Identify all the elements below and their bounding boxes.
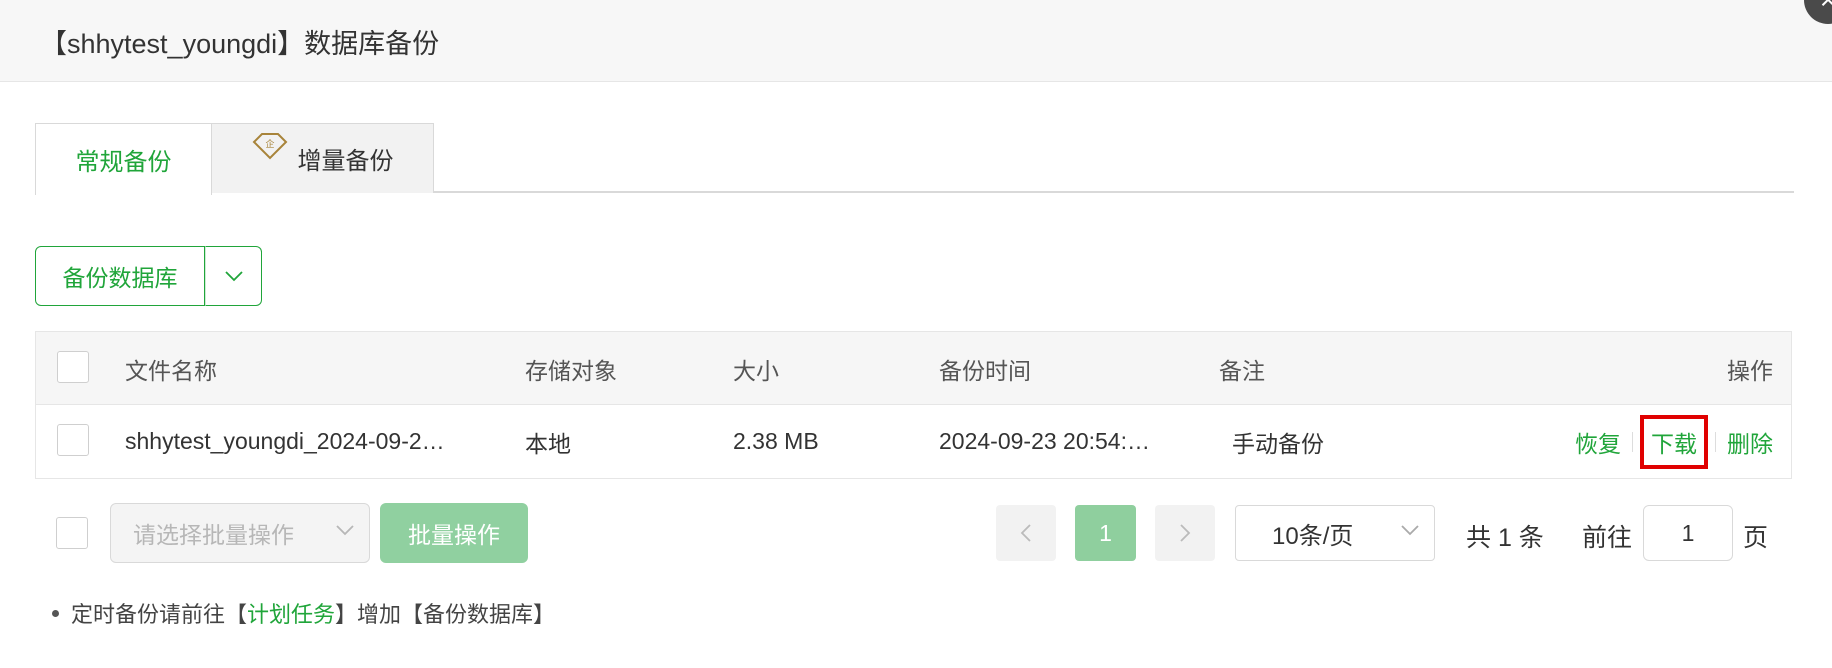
backup-database-button[interactable]: 备份数据库: [35, 246, 205, 306]
batch-operation-select[interactable]: 请选择批量操作: [110, 503, 370, 563]
row-operations: 恢复 下载 删除: [1575, 405, 1773, 478]
restore-link[interactable]: 恢复: [1575, 425, 1621, 459]
row-backup-time: 2024-09-23 20:54:…: [939, 428, 1150, 454]
select-all-checkbox[interactable]: [57, 351, 89, 383]
total-count: 共 1 条: [1466, 524, 1544, 552]
backup-table: 文件名称 存储对象 大小 备份时间 备注 操作 shhytest_youngdi…: [35, 331, 1792, 479]
row-file-name: shhytest_youngdi_2024-09-2…: [125, 428, 445, 454]
schedule-task-link[interactable]: 计划任务: [247, 597, 335, 629]
tip-suffix: 】增加【备份数据库】: [335, 602, 556, 627]
tip-prefix: 定时备份请前往【: [71, 602, 248, 627]
goto-label: 前往: [1582, 524, 1633, 552]
download-link[interactable]: 下载: [1640, 414, 1708, 469]
tab-incremental-backup[interactable]: 企 增量备份: [211, 123, 434, 193]
op-divider: [1715, 431, 1716, 452]
enterprise-gem-text: 企: [265, 138, 274, 150]
batch-operation-button[interactable]: 批量操作: [380, 503, 528, 563]
dialog-title: 【shhytest_youngdi】数据库备份: [40, 29, 440, 59]
chevron-left-icon: [1020, 524, 1031, 542]
prev-page-button[interactable]: [996, 505, 1056, 561]
table-header: 文件名称 存储对象 大小 备份时间 备注 操作: [36, 332, 1791, 405]
bullet-dot: [52, 609, 59, 617]
header-file-name[interactable]: 文件名称: [125, 332, 217, 405]
page-unit-label: 页: [1743, 524, 1769, 552]
header-note: 备注: [1219, 357, 1265, 384]
current-page[interactable]: 1: [1075, 505, 1136, 561]
chevron-down-icon: [224, 271, 243, 282]
chevron-down-icon: [1401, 525, 1419, 536]
close-button[interactable]: ×: [1804, 0, 1832, 24]
row-checkbox[interactable]: [57, 424, 89, 456]
header-backup-time[interactable]: 备份时间: [939, 332, 1031, 405]
page-size-select[interactable]: 10条/页: [1235, 505, 1435, 561]
backup-tabs: 常规备份 企 增量备份: [35, 123, 1794, 195]
header-storage: 存储对象: [525, 357, 617, 384]
next-page-button[interactable]: [1155, 505, 1215, 561]
enterprise-gem-icon: 企: [252, 132, 288, 167]
header-operations: 操作: [1727, 357, 1773, 384]
tab-regular-backup[interactable]: 常规备份: [35, 123, 212, 195]
table-row: shhytest_youngdi_2024-09-2… 本地 2.38 MB 2…: [36, 405, 1791, 478]
row-size: 2.38 MB: [733, 428, 819, 454]
op-divider: [1632, 431, 1633, 452]
backup-button-group: 备份数据库: [35, 246, 262, 306]
dialog-header: 【shhytest_youngdi】数据库备份 ×: [0, 0, 1832, 82]
chevron-down-icon: [336, 525, 354, 536]
footer-select-all-checkbox[interactable]: [56, 517, 88, 549]
row-storage: 本地: [525, 430, 571, 457]
batch-select-placeholder: 请选择批量操作: [133, 522, 294, 548]
row-note[interactable]: 手动备份: [1232, 405, 1324, 478]
schedule-tip: 定时备份请前往【 计划任务 】增加【备份数据库】: [52, 597, 555, 629]
header-size[interactable]: 大小: [733, 332, 779, 405]
chevron-right-icon: [1180, 524, 1191, 542]
backup-dropdown-button[interactable]: [205, 246, 262, 306]
goto-page-input[interactable]: 1: [1643, 505, 1733, 561]
delete-link[interactable]: 删除: [1727, 425, 1773, 459]
tab-incremental-label: 增量备份: [297, 148, 394, 175]
page-size-value: 10条/页: [1272, 522, 1354, 550]
